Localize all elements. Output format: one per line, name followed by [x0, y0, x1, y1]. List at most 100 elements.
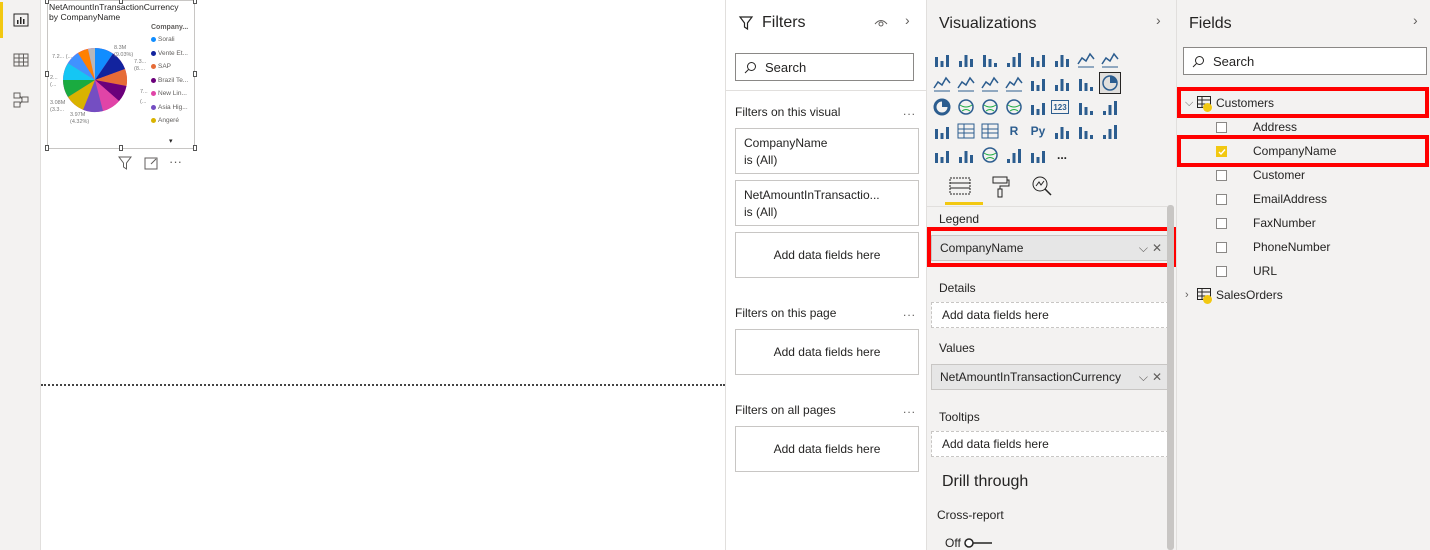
- scatter-icon[interactable]: [1075, 72, 1097, 94]
- pie-chart-visual[interactable]: NetAmountInTransactionCurrency by Compan…: [45, 0, 197, 151]
- chevron-down-icon[interactable]: ⌵: [1139, 370, 1148, 385]
- filter-icon[interactable]: [117, 155, 133, 171]
- legend-item[interactable]: Angeré: [151, 117, 179, 124]
- treemap-icon[interactable]: [955, 96, 977, 118]
- format-paint-roller-icon[interactable]: [991, 176, 1011, 198]
- data-label: 3.08M (3.3...: [50, 100, 66, 113]
- area-chart-icon[interactable]: [1099, 48, 1121, 70]
- checkbox[interactable]: [1216, 217, 1227, 229]
- ribbon-chart-icon[interactable]: [1003, 72, 1025, 94]
- more-options-icon[interactable]: ...: [903, 104, 916, 118]
- values-well[interactable]: NetAmountInTransactionCurrency ⌵ ✕: [931, 364, 1169, 390]
- legend-item[interactable]: Sorali: [151, 36, 175, 43]
- checkbox[interactable]: [1216, 193, 1227, 205]
- arcgis-map-icon[interactable]: [979, 144, 1001, 166]
- bar-chart-icon: [13, 13, 28, 27]
- page-filter-drop-zone[interactable]: Add data fields here: [735, 329, 919, 375]
- multi-row-card-icon[interactable]: [1075, 96, 1097, 118]
- field-item[interactable]: EmailAddress: [1177, 187, 1430, 211]
- resize-handle[interactable]: [193, 145, 197, 151]
- data-view-button[interactable]: [0, 42, 41, 78]
- legend-item[interactable]: Brazil Te...: [151, 77, 188, 84]
- clustered-column-icon[interactable]: [1003, 48, 1025, 70]
- cross-report-toggle[interactable]: Off: [945, 536, 994, 550]
- qa-icon[interactable]: [1099, 120, 1121, 142]
- line-chart-icon[interactable]: [1075, 48, 1097, 70]
- stacked-bar-icon[interactable]: [931, 48, 953, 70]
- key-influencers-icon[interactable]: [1051, 120, 1073, 142]
- checkbox[interactable]: [1216, 169, 1227, 181]
- checkbox[interactable]: [1216, 241, 1227, 253]
- clustered-bar-icon[interactable]: [979, 48, 1001, 70]
- 100-percent-bar-icon[interactable]: [1027, 48, 1049, 70]
- close-icon[interactable]: ✕: [1152, 370, 1162, 385]
- more-visuals-icon[interactable]: ...: [1051, 144, 1073, 166]
- report-view-button[interactable]: [0, 2, 41, 38]
- gauge-icon[interactable]: [1027, 96, 1049, 118]
- report-filter-drop-zone[interactable]: Add data fields here: [735, 426, 919, 472]
- collapse-fields-icon[interactable]: ›: [1413, 12, 1418, 28]
- resize-handle[interactable]: [193, 0, 197, 4]
- paginated-report-icon[interactable]: [931, 144, 953, 166]
- table-icon[interactable]: [955, 120, 977, 142]
- legend-scroll-down-icon[interactable]: ▾: [169, 137, 173, 145]
- filter-card-companyname[interactable]: CompanyName is (All): [735, 128, 919, 174]
- resize-handle[interactable]: [45, 71, 49, 77]
- power-apps-icon[interactable]: [1003, 144, 1025, 166]
- line-column-icon[interactable]: [955, 72, 977, 94]
- report-canvas[interactable]: NetAmountInTransactionCurrency by Compan…: [41, 0, 725, 550]
- filled-map-icon[interactable]: [1003, 96, 1025, 118]
- legend-item[interactable]: Asia Hig...: [151, 104, 188, 111]
- eye-icon[interactable]: [874, 17, 888, 29]
- python-visual-icon[interactable]: Py: [1027, 120, 1049, 142]
- field-item[interactable]: PhoneNumber: [1177, 235, 1430, 259]
- analytics-magnifier-icon[interactable]: [1031, 175, 1053, 197]
- power-automate-icon[interactable]: [1027, 144, 1049, 166]
- slicer-icon[interactable]: [931, 120, 953, 142]
- legend-item[interactable]: New Lin...: [151, 90, 187, 97]
- card-icon[interactable]: 123: [1051, 100, 1069, 114]
- model-view-button[interactable]: [0, 82, 41, 118]
- kpi-icon[interactable]: [1099, 96, 1121, 118]
- filter-card-netamount[interactable]: NetAmountInTransactio... is (All): [735, 180, 919, 226]
- legend-item[interactable]: SAP: [151, 63, 171, 70]
- smart-narrative-icon[interactable]: [955, 144, 977, 166]
- focus-mode-icon[interactable]: [143, 155, 159, 171]
- collapse-visualizations-icon[interactable]: ›: [1156, 12, 1161, 28]
- pie-chart-icon[interactable]: [1099, 72, 1121, 94]
- funnel-icon[interactable]: [1051, 72, 1073, 94]
- visualizations-scrollbar[interactable]: [1167, 205, 1174, 550]
- fields-tab-icon[interactable]: [949, 176, 971, 196]
- stacked-column-icon[interactable]: [955, 48, 977, 70]
- field-name: FaxNumber: [1253, 216, 1316, 230]
- checkbox[interactable]: [1216, 265, 1227, 277]
- stacked-area-icon[interactable]: [931, 72, 953, 94]
- waterfall-icon[interactable]: [1027, 72, 1049, 94]
- field-item[interactable]: FaxNumber: [1177, 211, 1430, 235]
- more-options-icon[interactable]: ···: [169, 155, 182, 171]
- matrix-icon[interactable]: [979, 120, 1001, 142]
- visual-toolbar: ···: [117, 155, 182, 171]
- field-item[interactable]: URL: [1177, 259, 1430, 283]
- resize-handle[interactable]: [193, 71, 197, 77]
- details-well[interactable]: Add data fields here: [931, 302, 1169, 328]
- map-icon[interactable]: [979, 96, 1001, 118]
- resize-handle[interactable]: [119, 145, 123, 151]
- fields-search-input[interactable]: Search: [1183, 47, 1427, 75]
- checkbox[interactable]: [1216, 121, 1227, 133]
- tooltips-well[interactable]: Add data fields here: [931, 431, 1169, 457]
- donut-chart-icon[interactable]: [931, 96, 953, 118]
- resize-handle[interactable]: [45, 145, 49, 151]
- chevron-right-icon[interactable]: ›: [1185, 289, 1197, 301]
- line-clustered-column-icon[interactable]: [979, 72, 1001, 94]
- table-node[interactable]: › SalesOrders: [1177, 283, 1430, 307]
- visual-filter-drop-zone[interactable]: Add data fields here: [735, 232, 919, 278]
- r-visual-icon[interactable]: R: [1003, 120, 1025, 142]
- decomposition-tree-icon[interactable]: [1075, 120, 1097, 142]
- collapse-filters-icon[interactable]: ›: [905, 12, 910, 28]
- filters-search-input[interactable]: Search: [735, 53, 914, 81]
- 100-percent-column-icon[interactable]: [1051, 48, 1073, 70]
- more-options-icon[interactable]: ...: [903, 305, 916, 319]
- legend-item[interactable]: Vente Et...: [151, 50, 188, 57]
- more-options-icon[interactable]: ...: [903, 402, 916, 416]
